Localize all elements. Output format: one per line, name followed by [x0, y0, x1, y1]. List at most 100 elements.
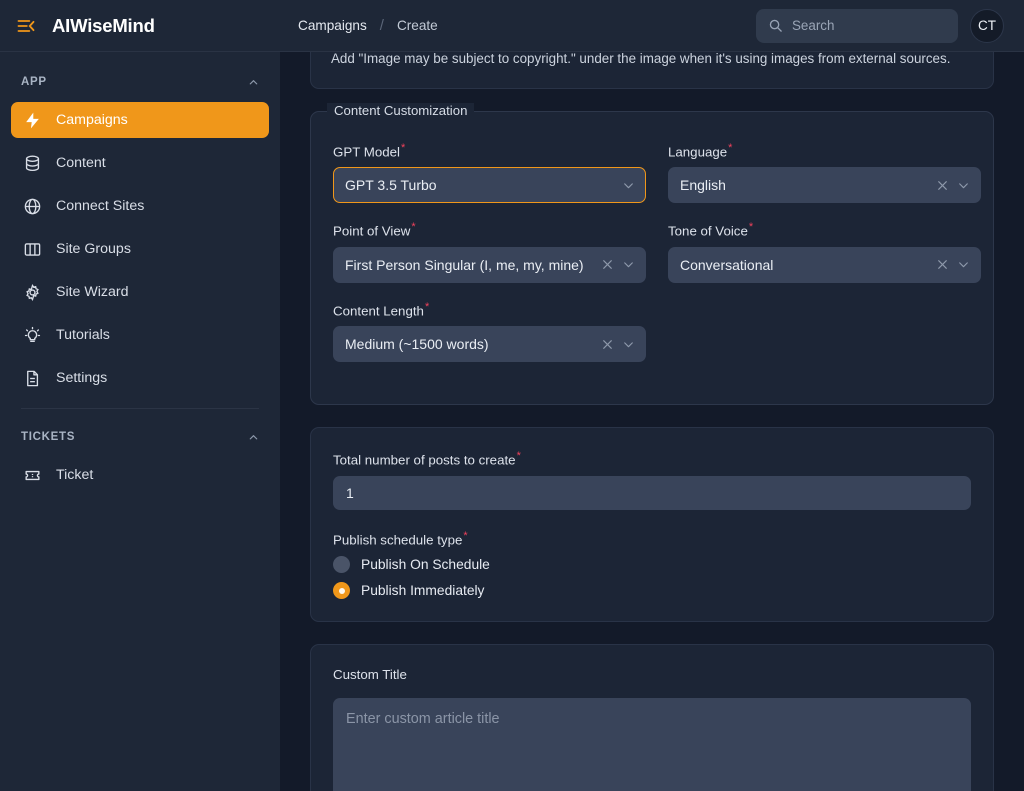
search-input[interactable]: [792, 18, 946, 33]
content-length-label: Content Length*: [333, 301, 646, 318]
sidebar-item-site-groups[interactable]: Site Groups: [11, 231, 269, 267]
gpt-model-label: GPT Model*: [333, 142, 646, 159]
form-scroll-area: Add "Image may be subject to copyright."…: [280, 52, 1024, 791]
sidebar-section-app[interactable]: APP: [11, 68, 269, 96]
gear-icon: [23, 283, 42, 302]
customization-grid: GPT Model* GPT 3.5 Turbo: [333, 120, 971, 380]
search-icon: [768, 18, 783, 33]
globe-icon: [23, 197, 42, 216]
required-asterisk: *: [517, 450, 521, 462]
brand-title: AIWiseMind: [52, 15, 155, 37]
language-select[interactable]: English: [668, 167, 981, 203]
required-asterisk: *: [749, 221, 753, 233]
radio-button-selected-icon[interactable]: [333, 582, 350, 599]
sidebar-item-tutorials[interactable]: Tutorials: [11, 317, 269, 353]
sidebar-item-content[interactable]: Content: [11, 145, 269, 181]
breadcrumb-create[interactable]: Create: [397, 18, 438, 33]
document-icon: [23, 369, 42, 388]
chevron-down-icon[interactable]: [957, 179, 970, 192]
breadcrumb-separator: /: [380, 17, 384, 34]
gpt-model-value: GPT 3.5 Turbo: [345, 177, 437, 193]
collapse-sidebar-icon[interactable]: [16, 16, 36, 36]
image-copyright-panel: Add "Image may be subject to copyright."…: [310, 52, 994, 89]
radio-publish-immediately[interactable]: Publish Immediately: [333, 582, 971, 599]
language-controls: [936, 179, 970, 192]
sidebar-item-label: Connect Sites: [56, 198, 144, 214]
custom-title-textarea[interactable]: [333, 698, 971, 791]
lightning-bolt-icon: [23, 111, 42, 130]
sidebar-header: AIWiseMind: [0, 0, 280, 52]
database-icon: [23, 154, 42, 173]
publish-schedule-label: Publish schedule type*: [333, 530, 971, 547]
sidebar-item-label: Content: [56, 155, 106, 171]
sidebar-item-connect-sites[interactable]: Connect Sites: [11, 188, 269, 224]
radio-button-unselected-icon[interactable]: [333, 556, 350, 573]
breadcrumb-campaigns[interactable]: Campaigns: [298, 18, 367, 33]
content-length-value: Medium (~1500 words): [345, 336, 489, 352]
posts-count-input[interactable]: [333, 476, 971, 510]
sidebar-item-label: Site Groups: [56, 241, 131, 257]
point-of-view-value: First Person Singular (I, me, my, mine): [345, 257, 584, 273]
required-asterisk: *: [411, 221, 415, 233]
point-of-view-controls: [601, 258, 635, 271]
posts-schedule-body: Total number of posts to create* Publish…: [311, 428, 993, 621]
sidebar-item-campaigns[interactable]: Campaigns: [11, 102, 269, 138]
field-point-of-view: Point of View* First Person Singular (I,…: [333, 221, 646, 282]
image-copyright-note: Add "Image may be subject to copyright."…: [331, 52, 973, 66]
tone-of-voice-select[interactable]: Conversational: [668, 247, 981, 283]
content-customization-panel: Content Customization GPT Model* GPT 3.5…: [310, 111, 994, 405]
point-of-view-select[interactable]: First Person Singular (I, me, my, mine): [333, 247, 646, 283]
point-of-view-label: Point of View*: [333, 221, 646, 238]
content-length-select[interactable]: Medium (~1500 words): [333, 326, 646, 362]
chevron-up-icon[interactable]: [248, 77, 259, 88]
radio-label: Publish Immediately: [361, 583, 484, 598]
clear-icon[interactable]: [601, 258, 614, 271]
app-root: AIWiseMind APP Campaigns: [0, 0, 1024, 791]
topbar-actions: CT: [756, 9, 1004, 43]
radio-publish-on-schedule[interactable]: Publish On Schedule: [333, 556, 971, 573]
posts-count-label: Total number of posts to create*: [333, 450, 971, 467]
required-asterisk: *: [425, 301, 429, 313]
sidebar-item-label: Ticket: [56, 467, 93, 483]
avatar[interactable]: CT: [970, 9, 1004, 43]
language-value: English: [680, 177, 726, 193]
topbar: Campaigns / Create CT: [280, 0, 1024, 52]
ticket-icon: [23, 466, 42, 485]
language-label: Language*: [668, 142, 981, 159]
sidebar-section-app-label: APP: [21, 76, 47, 88]
posts-schedule-panel: Total number of posts to create* Publish…: [310, 427, 994, 622]
field-tone-of-voice: Tone of Voice* Conversational: [668, 221, 981, 282]
columns-icon: [23, 240, 42, 259]
sidebar-item-label: Settings: [56, 370, 107, 386]
sidebar: AIWiseMind APP Campaigns: [0, 0, 280, 791]
gpt-model-controls: [622, 179, 635, 192]
clear-icon[interactable]: [936, 179, 949, 192]
gpt-model-select[interactable]: GPT 3.5 Turbo: [333, 167, 646, 203]
chevron-down-icon[interactable]: [957, 258, 970, 271]
publish-schedule-group: Publish schedule type* Publish On Schedu…: [333, 530, 971, 599]
tone-of-voice-controls: [936, 258, 970, 271]
search-box[interactable]: [756, 9, 958, 43]
sidebar-item-settings[interactable]: Settings: [11, 360, 269, 396]
main-area: Campaigns / Create CT: [280, 0, 1024, 791]
sidebar-section-tickets-label: TICKETS: [21, 431, 75, 443]
chevron-down-icon[interactable]: [622, 179, 635, 192]
sidebar-item-site-wizard[interactable]: Site Wizard: [11, 274, 269, 310]
required-asterisk: *: [463, 530, 467, 542]
required-asterisk: *: [728, 142, 732, 154]
chevron-down-icon[interactable]: [622, 338, 635, 351]
sidebar-item-label: Campaigns: [56, 112, 128, 128]
tone-of-voice-label: Tone of Voice*: [668, 221, 981, 238]
sidebar-section-tickets[interactable]: TICKETS: [11, 423, 269, 451]
sidebar-divider: [21, 408, 259, 409]
sidebar-nav: APP Campaigns: [0, 52, 280, 500]
custom-title-label: Custom Title: [333, 667, 971, 682]
clear-icon[interactable]: [601, 338, 614, 351]
sidebar-item-label: Tutorials: [56, 327, 110, 343]
field-language: Language* English: [668, 142, 981, 203]
clear-icon[interactable]: [936, 258, 949, 271]
breadcrumb: Campaigns / Create: [298, 17, 438, 34]
chevron-up-icon[interactable]: [248, 432, 259, 443]
chevron-down-icon[interactable]: [622, 258, 635, 271]
sidebar-item-ticket[interactable]: Ticket: [11, 457, 269, 493]
